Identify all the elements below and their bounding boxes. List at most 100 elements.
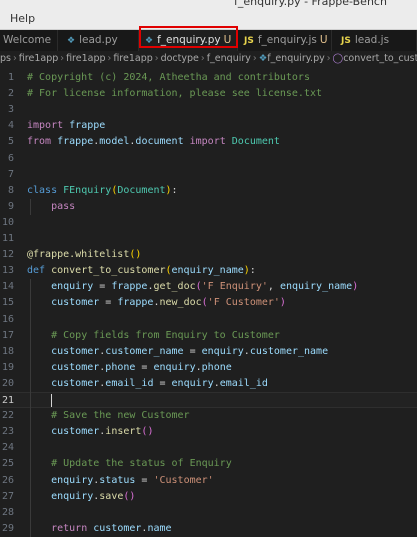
code-text: enquiry.save() (27, 489, 135, 505)
breadcrumb-item[interactable]: f_enquiry.py (267, 53, 325, 64)
code-text: # Copyright (c) 2024, Atheetha and contr… (27, 70, 310, 86)
code-line[interactable]: 10 (0, 215, 417, 231)
tab-modified-indicator: U (319, 34, 328, 46)
code-line[interactable]: 9 pass (0, 199, 417, 215)
code-token: @frappe.whitelist (27, 249, 130, 261)
tab-lead-js[interactable]: JS lead.js (332, 30, 417, 51)
code-token: enquiry (201, 345, 244, 357)
chevron-right-icon: › (60, 53, 65, 64)
code-line[interactable]: 12 @frappe.whitelist() (0, 247, 417, 263)
code-token: status (99, 474, 136, 486)
line-number: 27 (1, 490, 14, 502)
code-line[interactable]: 28 (0, 505, 417, 521)
code-line[interactable]: 19 customer.phone = enquiry.phone (0, 360, 417, 376)
line-number: 20 (1, 377, 14, 389)
indent-guide (30, 198, 31, 215)
code-token: import (189, 136, 226, 148)
code-text: import frappe (27, 118, 105, 134)
code-token: FEnquiry (63, 184, 112, 196)
breadcrumb-item[interactable]: convert_to_customer (343, 53, 417, 64)
code-text: customer = frappe.new_doc('F Customer') (27, 295, 286, 311)
code-text: customer.phone = enquiry.phone (27, 360, 232, 376)
tab-label: f_enquiry.js (257, 34, 317, 46)
code-line[interactable]: 21 (0, 392, 417, 408)
code-text: enquiry = frappe.get_doc('F Enquiry', en… (27, 279, 358, 295)
line-number: 26 (1, 474, 14, 486)
code-line[interactable]: 15 customer = frappe.new_doc('F Customer… (0, 295, 417, 311)
line-number: 8 (7, 184, 14, 196)
code-line[interactable]: 6 (0, 151, 417, 167)
code-line[interactable]: 22 # Save the new Customer (0, 408, 417, 424)
code-line[interactable]: 2 # For license information, please see l… (0, 86, 417, 102)
line-number: 2 (7, 88, 14, 100)
code-line[interactable]: 5 from frappe.model.document import Docum… (0, 134, 417, 150)
line-number: 19 (1, 361, 14, 373)
code-token: = (93, 281, 112, 293)
code-line[interactable]: 13 def convert_to_customer(enquiry_name): (0, 263, 417, 279)
code-editor[interactable]: 1 # Copyright (c) 2024, Atheetha and cont… (0, 67, 417, 537)
code-line[interactable]: 1 # Copyright (c) 2024, Atheetha and cont… (0, 70, 417, 86)
code-token: enquiry_name (279, 281, 353, 293)
code-line[interactable]: 20 customer.email_id = enquiry.email_id (0, 376, 417, 392)
code-token: # Update the status of Enquiry (51, 458, 232, 470)
breadcrumb-item[interactable]: fire1app (66, 53, 105, 64)
code-text: def convert_to_customer(enquiry_name): (27, 263, 256, 279)
code-line[interactable]: 4 import frappe (0, 118, 417, 134)
code-token: enquiry_name (171, 265, 244, 277)
code-line[interactable]: 24 (0, 440, 417, 456)
breadcrumb-item[interactable]: ps (0, 53, 11, 64)
code-token: new_doc (159, 297, 202, 309)
code-token: name (147, 522, 172, 534)
chevron-right-icon: › (252, 53, 257, 64)
line-number: 28 (1, 506, 14, 518)
line-number: 6 (7, 152, 14, 164)
code-text: # Save the new Customer (27, 408, 190, 424)
tab-lead-py[interactable]: ❖ lead.py (58, 30, 139, 51)
code-token: # Save the new Customer (51, 410, 190, 422)
tab-welcome[interactable]: Welcome (0, 30, 58, 51)
tab-f-enquiry-js[interactable]: JS f_enquiry.js U (238, 30, 332, 51)
code-token: frappe (111, 281, 148, 293)
code-line[interactable]: 29 return customer.name (0, 521, 417, 537)
code-token: import (27, 120, 64, 132)
code-line[interactable]: 23 customer.insert() (0, 424, 417, 440)
code-token: insert (105, 426, 142, 438)
code-line[interactable]: 17 # Copy fields from Enquiry to Custome… (0, 328, 417, 344)
menu-help[interactable]: Help (10, 12, 35, 25)
line-number: 12 (1, 249, 14, 261)
code-line[interactable]: 3 (0, 102, 417, 118)
code-line[interactable]: 14 enquiry = frappe.get_doc('F Enquiry',… (0, 279, 417, 295)
code-token: = (153, 377, 172, 389)
code-line[interactable]: 26 enquiry.status = 'Customer' (0, 473, 417, 489)
breadcrumb-item[interactable]: fire1app (19, 53, 58, 64)
code-token: customer_name (249, 345, 329, 357)
code-line[interactable]: 7 (0, 167, 417, 183)
breadcrumb-item[interactable]: doctype (161, 53, 199, 64)
code-token: customer (51, 426, 100, 438)
code-line[interactable]: 8 class FEnquiry(Document): (0, 183, 417, 199)
code-token: = (135, 474, 154, 486)
code-text: enquiry.status = 'Customer' (27, 473, 214, 489)
code-line[interactable]: 27 enquiry.save() (0, 489, 417, 505)
code-token: email_id (105, 377, 154, 389)
code-line[interactable]: 18 customer.customer_name = enquiry.cust… (0, 344, 417, 360)
code-token: customer (51, 297, 100, 309)
code-token: def (27, 265, 46, 277)
chevron-right-icon: › (12, 53, 17, 64)
line-number: 3 (7, 104, 14, 116)
code-text: customer.customer_name = enquiry.custome… (27, 344, 328, 360)
code-line[interactable]: 11 (0, 231, 417, 247)
breadcrumb-item[interactable]: f_enquiry (207, 53, 251, 64)
line-number: 4 (7, 120, 14, 132)
code-text: pass (27, 199, 75, 215)
breadcrumb-item[interactable]: fire1app (113, 53, 152, 64)
line-number: 17 (1, 329, 14, 341)
code-token: phone (201, 361, 232, 373)
code-line[interactable]: 25 # Update the status of Enquiry (0, 456, 417, 472)
line-number: 13 (1, 265, 14, 277)
code-text: customer.email_id = enquiry.email_id (27, 376, 268, 392)
code-line[interactable]: 16 (0, 312, 417, 328)
code-token: frappe (117, 297, 154, 309)
line-number: 5 (7, 136, 14, 148)
code-token: customer (51, 377, 100, 389)
